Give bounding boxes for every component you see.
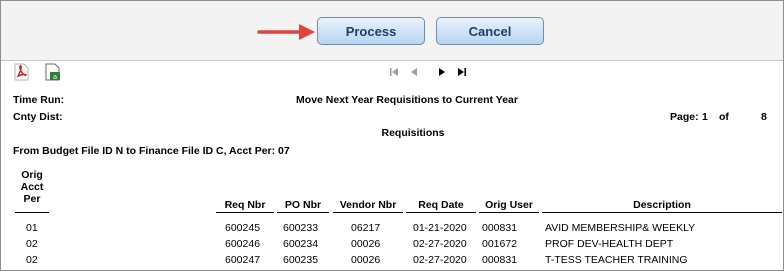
row-vendor-nbr: 00026 bbox=[351, 238, 381, 250]
row-req-date: 02-27-2020 bbox=[413, 254, 467, 266]
row-per: 02 bbox=[26, 254, 38, 266]
cnty-dist-label: Cnty Dist: bbox=[13, 111, 63, 123]
row-po-nbr: 600235 bbox=[283, 254, 319, 266]
column-header-vendor-nbr: Vendor Nbr bbox=[339, 199, 397, 211]
row-description: AVID MEMBERSHIP& WEEKLY bbox=[545, 222, 696, 234]
row-req-date: 02-27-2020 bbox=[413, 238, 467, 250]
row-req-nbr: 600245 bbox=[225, 222, 261, 234]
report-window: Process Cancel a Time Run: Move Next Yea… bbox=[0, 0, 784, 271]
first-page-icon[interactable] bbox=[389, 67, 399, 77]
header-orig: Orig bbox=[21, 169, 43, 181]
column-header-req-date: Req Date bbox=[418, 199, 464, 211]
section-title: Requisitions bbox=[381, 127, 445, 139]
next-page-icon[interactable] bbox=[438, 67, 446, 77]
row-vendor-nbr: 00026 bbox=[351, 254, 381, 266]
header-per: Per bbox=[23, 193, 41, 205]
column-header-orig-acct-per: Orig Acct Per bbox=[15, 169, 49, 205]
report-subtitle: From Budget File ID N to Finance File ID… bbox=[13, 145, 290, 157]
row-req-date: 01-21-2020 bbox=[413, 222, 467, 234]
row-req-nbr: 600246 bbox=[225, 238, 261, 250]
time-run-label: Time Run: bbox=[13, 94, 65, 106]
row-req-nbr: 600247 bbox=[225, 254, 261, 266]
column-header-po-nbr: PO Nbr bbox=[284, 199, 322, 211]
row-orig-user: 000831 bbox=[482, 254, 518, 266]
cancel-button[interactable]: Cancel bbox=[436, 17, 544, 45]
row-vendor-nbr: 06217 bbox=[351, 222, 381, 234]
header-underline bbox=[15, 212, 49, 213]
header-acct: Acct bbox=[20, 181, 44, 193]
row-po-nbr: 600233 bbox=[283, 222, 319, 234]
row-description: PROF DEV-HEALTH DEPT bbox=[545, 238, 674, 250]
column-header-orig-user: Orig User bbox=[485, 199, 533, 211]
row-orig-user: 001672 bbox=[482, 238, 518, 250]
header-underline bbox=[277, 212, 329, 213]
header-underline bbox=[479, 212, 539, 213]
row-description: T-TESS TEACHER TRAINING bbox=[545, 254, 688, 266]
page-number: 1 bbox=[702, 111, 708, 123]
page-label: Page: bbox=[670, 111, 699, 123]
report-title: Move Next Year Requisitions to Current Y… bbox=[296, 94, 518, 106]
process-button[interactable]: Process bbox=[317, 17, 425, 45]
page-of-label: of bbox=[719, 111, 729, 123]
row-per: 01 bbox=[26, 222, 38, 234]
page-total: 8 bbox=[761, 111, 767, 123]
svg-text:a: a bbox=[53, 73, 57, 81]
column-header-req-nbr: Req Nbr bbox=[224, 199, 266, 211]
red-arrow-icon bbox=[257, 24, 315, 40]
header-underline bbox=[216, 212, 274, 213]
previous-page-icon[interactable] bbox=[410, 67, 418, 77]
header-underline bbox=[333, 212, 403, 213]
row-po-nbr: 600234 bbox=[283, 238, 319, 250]
header-underline bbox=[406, 212, 476, 213]
row-per: 02 bbox=[26, 238, 38, 250]
header-underline bbox=[542, 212, 782, 213]
report-body: Time Run: Move Next Year Requisitions to… bbox=[1, 85, 783, 270]
last-page-icon[interactable] bbox=[457, 67, 467, 77]
row-orig-user: 000831 bbox=[482, 222, 518, 234]
excel-export-icon[interactable]: a bbox=[44, 63, 62, 81]
report-toolbar: a bbox=[1, 61, 783, 85]
column-header-description: Description bbox=[633, 199, 691, 211]
action-bar: Process Cancel bbox=[1, 1, 783, 61]
pdf-export-icon[interactable] bbox=[14, 63, 30, 81]
